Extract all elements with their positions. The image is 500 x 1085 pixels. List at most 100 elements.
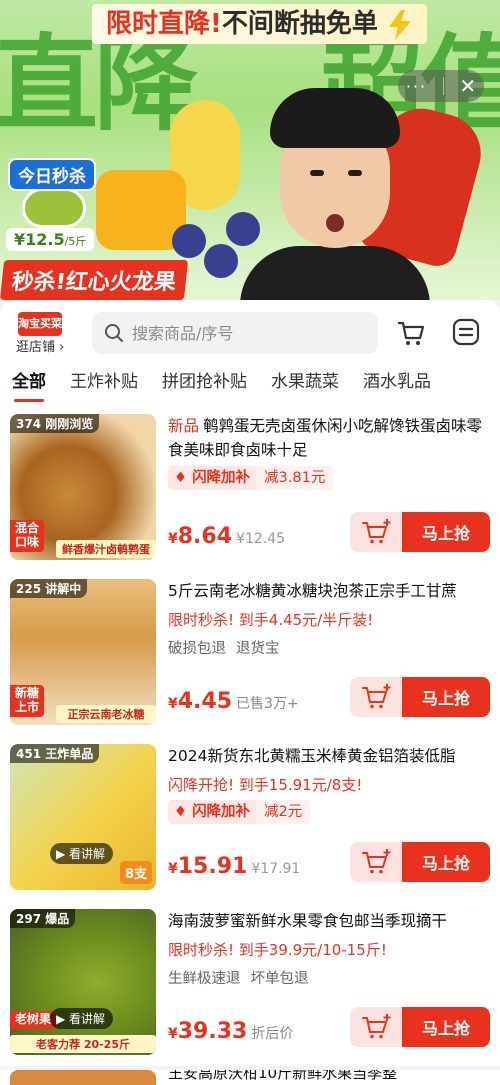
tab-drinks-dairy[interactable]: 酒水乳品: [351, 362, 443, 406]
currency-symbol: ¥: [168, 696, 178, 712]
cart-icon[interactable]: [396, 318, 426, 348]
category-tabs: 全部 王炸补贴 拼团抢补贴 水果蔬菜 酒水乳品: [0, 362, 500, 406]
close-icon[interactable]: ✕: [459, 74, 476, 98]
add-to-cart-button[interactable]: [350, 1007, 402, 1047]
grab-now-button[interactable]: 马上抢: [402, 512, 490, 552]
banner-headline: 限时直降!不间断抽免单: [92, 4, 427, 44]
buy-group: 马上抢: [350, 1007, 490, 1047]
tab-wangzha-subsidy[interactable]: 王炸补贴: [58, 362, 150, 406]
product-image[interactable]: [10, 1070, 156, 1085]
grab-now-button[interactable]: 马上抢: [402, 842, 490, 882]
cart-plus-icon: [362, 849, 391, 874]
cart-plus-icon: [362, 519, 391, 544]
currency-symbol: ¥: [168, 1026, 178, 1042]
currency-symbol: ¥: [168, 861, 178, 877]
banner-big-text-left: 直降: [0, 23, 198, 145]
watch-explain-button[interactable]: ▶ 看讲解: [50, 1008, 114, 1029]
product-card[interactable]: 451 王炸单品 ▶ 看讲解 8支 2024新货东北黄糯玉米棒黄金铝箔装低脂 闪…: [0, 736, 500, 901]
current-price: 4.45: [177, 689, 233, 714]
more-icon[interactable]: ···: [406, 77, 427, 96]
product-card[interactable]: 297 爆品 老树果 ▶ 看讲解 老客力荐 20-25斤 海南菠萝蜜新鲜水果零食…: [0, 901, 500, 1066]
blueberry-image: [172, 224, 206, 258]
banner-price-tag: ¥12.5/5斤: [6, 228, 95, 251]
add-to-cart-button[interactable]: [350, 512, 402, 552]
product-image[interactable]: 451 王炸单品 ▶ 看讲解 8支: [10, 744, 156, 890]
service-tags: 生鲜极速退 坏单包退: [168, 967, 319, 988]
product-image[interactable]: 225 讲解中 新糖 上市 正宗云南老冰糖: [10, 579, 156, 725]
tab-group-subsidy[interactable]: 拼团抢补贴: [150, 362, 259, 406]
product-card[interactable]: 225 讲解中 新糖 上市 正宗云南老冰糖 5斤云南老冰糖黄冰糖块泡茶正宗手工甘…: [0, 571, 500, 736]
discount-amount: 减3.81元: [256, 466, 334, 490]
image-caption-strip: 鲜香爆汁卤鹌鹑蛋: [56, 540, 156, 558]
current-price: 15.91: [177, 854, 248, 879]
price-row: ¥ 15.91 ¥17.91: [168, 854, 300, 879]
lightning-icon: [388, 9, 411, 40]
service-tag: 生鲜极速退: [168, 971, 241, 987]
banana-image: [22, 188, 86, 228]
buy-group: 马上抢: [350, 677, 490, 717]
blueberry-image: [204, 244, 238, 278]
hot-item-badge: 451 王炸单品: [10, 744, 100, 763]
today-seckill-tag: 今日秒杀: [8, 158, 96, 191]
image-caption-strip: 老客力荐 20-25斤: [10, 1035, 156, 1053]
cart-plus-icon: [362, 1014, 391, 1039]
product-title[interactable]: 新品 鹌鹑蛋无壳卤蛋休闲小吃解馋铁蛋卤味零食美味即食卤味十足: [168, 414, 490, 462]
promo-subline: 限时秒杀! 到手39.9元/10-15斤!: [168, 941, 387, 959]
product-title[interactable]: 2024新货东北黄糯玉米棒黄金铝箔装低脂: [168, 744, 490, 768]
original-price: ¥12.45: [236, 531, 286, 547]
pack-count-label: 8支: [119, 861, 152, 884]
top-bar: 淘宝买菜 逛店铺 ›: [0, 300, 500, 362]
grab-now-button[interactable]: 马上抢: [402, 1007, 490, 1047]
flash-subsidy-label: ♦ 闪降加补: [168, 800, 257, 824]
old-tree-corner-label: 老树果: [10, 1011, 57, 1029]
mini-program-capsule: ··· ✕: [398, 70, 484, 102]
promo-subline: 限时秒杀! 到手4.45元/半斤装!: [168, 611, 374, 629]
product-title-text: 鹌鹑蛋无壳卤蛋休闲小吃解馋铁蛋卤味零食美味即食卤味十足: [168, 417, 483, 459]
flash-subsidy-tag: ♦ 闪降加补 减2元: [168, 800, 311, 824]
price-row: ¥ 39.33 折后价: [168, 1019, 293, 1044]
add-to-cart-button[interactable]: [350, 842, 402, 882]
new-tag: 新品: [168, 417, 200, 435]
banner-price-unit: /5斤: [64, 235, 87, 248]
product-image[interactable]: 297 爆品 老树果 ▶ 看讲解 老客力荐 20-25斤: [10, 909, 156, 1055]
image-caption-strip: 正宗云南老冰糖: [56, 705, 156, 723]
original-price: ¥17.91: [251, 861, 301, 877]
buy-group: 马上抢: [350, 512, 490, 552]
promo-banner[interactable]: 直降 超值 限时直降!不间断抽免单 今日秒杀 ¥12.5/5斤 秒杀!红心火龙果…: [0, 0, 500, 300]
price-row: ¥ 8.64 ¥12.45: [168, 524, 285, 549]
product-card[interactable]: 374 刚刚浏览 混合 口味 鲜香爆汁卤鹌鹑蛋 新品 鹌鹑蛋无壳卤蛋休闲小吃解馋铁…: [0, 406, 500, 571]
product-title[interactable]: 海南菠萝蜜新鲜水果零食包邮当季现摘干: [168, 909, 490, 933]
tab-all[interactable]: 全部: [0, 362, 58, 406]
service-tags: 破损包退 退货宝: [168, 637, 290, 658]
price-row: ¥ 4.45 已售3万+: [168, 689, 299, 714]
current-price: 8.64: [177, 524, 233, 549]
seckill-strip: 秒杀!红心火龙果: [0, 260, 189, 300]
banner-headline-dark: 不间断抽免单: [221, 9, 378, 39]
grab-now-button[interactable]: 马上抢: [402, 677, 490, 717]
host-person-image: [240, 88, 430, 300]
shop-logo[interactable]: 淘宝买菜: [18, 312, 62, 336]
discount-amount: 减2元: [256, 800, 311, 824]
menu-icon[interactable]: [452, 318, 480, 346]
search-box[interactable]: [92, 312, 378, 354]
product-image[interactable]: 374 刚刚浏览 混合 口味 鲜香爆汁卤鹌鹑蛋: [10, 414, 156, 560]
visit-shop-link[interactable]: 逛店铺 ›: [16, 336, 64, 355]
flame-icon: ♦: [174, 804, 187, 820]
product-title[interactable]: 5斤云南老冰糖黄冰糖块泡茶正宗手工甘蔗: [168, 579, 490, 603]
buy-group: 马上抢: [350, 842, 490, 882]
service-tag: 破损包退: [168, 641, 226, 657]
discount-price-label: 折后价: [251, 1026, 294, 1042]
tab-fruits-vegetables[interactable]: 水果蔬菜: [259, 362, 351, 406]
flash-subsidy-label: ♦ 闪降加补: [168, 466, 257, 490]
live-explaining-badge: 225 讲解中: [10, 579, 88, 598]
watch-explain-button[interactable]: ▶ 看讲解: [50, 843, 114, 864]
banner-price: ¥12.5: [14, 230, 65, 249]
sold-count: 已售3万+: [236, 696, 299, 712]
add-to-cart-button[interactable]: [350, 677, 402, 717]
product-card-partial[interactable]: 王安高原沃柑10斤新鲜水果当季整: [0, 1070, 500, 1085]
viewer-badge: 374 刚刚浏览: [10, 414, 100, 433]
service-tag: 坏单包退: [250, 971, 309, 987]
current-price: 39.33: [177, 1019, 248, 1044]
product-title[interactable]: 王安高原沃柑10斤新鲜水果当季整: [168, 1070, 397, 1083]
search-input[interactable]: [132, 323, 372, 343]
